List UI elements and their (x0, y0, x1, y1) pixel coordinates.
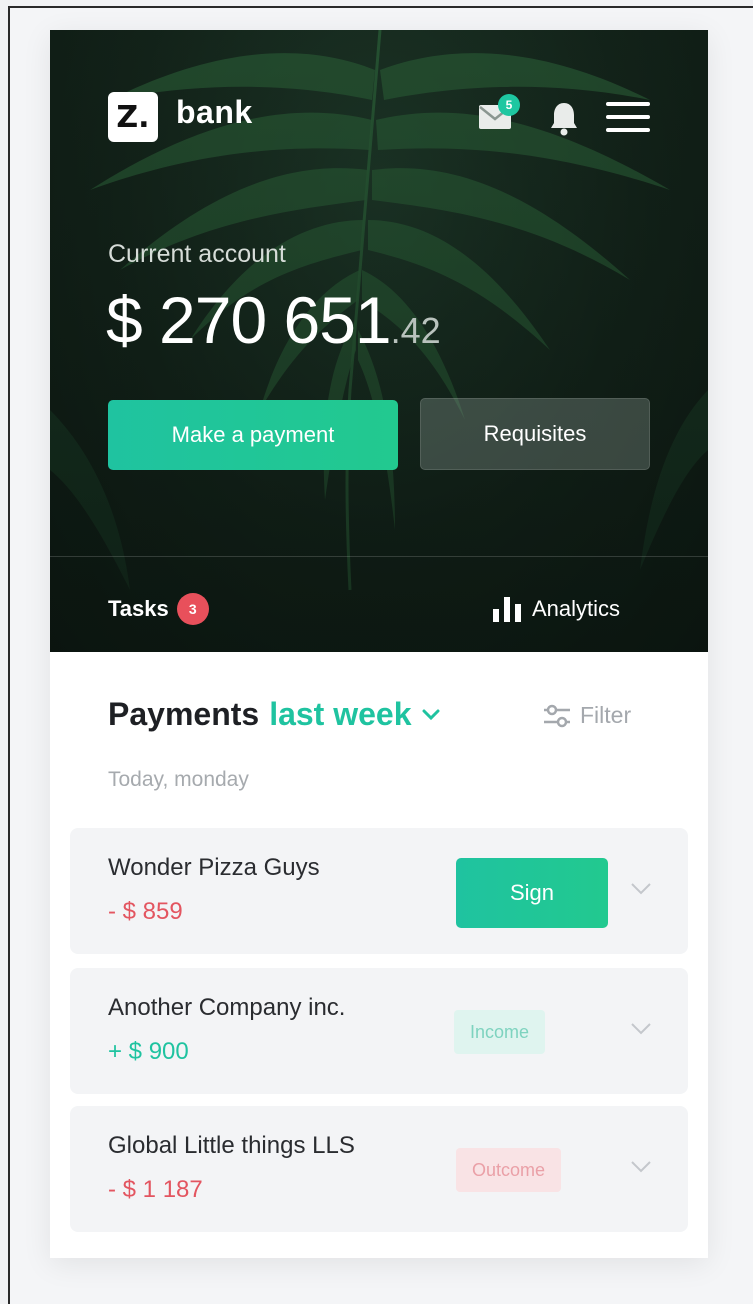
bar-chart-icon (493, 597, 521, 622)
tab-analytics[interactable]: Analytics (492, 592, 620, 626)
payment-amount: - $ 1 187 (108, 1176, 203, 1203)
make-payment-button[interactable]: Make a payment (108, 400, 398, 470)
income-tag: Income (454, 1010, 546, 1054)
payment-name: Global Little things LLS (108, 1132, 355, 1159)
period-dropdown[interactable]: last week (269, 696, 411, 733)
payments-title: Payments (108, 696, 260, 732)
account-label: Current account (108, 240, 286, 268)
tasks-label: Tasks (108, 596, 169, 621)
account-balance: $ 270 651.42 (106, 282, 441, 358)
sliders-icon (544, 704, 570, 727)
payment-name: Wonder Pizza Guys (108, 854, 320, 881)
payment-amount: - $ 859 (108, 898, 183, 925)
filter-button[interactable]: Filter (542, 702, 631, 729)
payment-name: Another Company inc. (108, 994, 346, 1021)
payments-heading: Payments last week (108, 696, 440, 733)
account-hero: Z. bank 5 Current account $ 270 651.42 M… (50, 30, 708, 652)
brand-name: bank (176, 94, 253, 130)
balance-main: $ 270 651 (106, 283, 392, 357)
tab-tasks[interactable]: Tasks 3 (108, 592, 209, 626)
filter-label: Filter (580, 702, 632, 728)
chevron-down-icon[interactable] (630, 1160, 652, 1174)
chevron-down-icon[interactable] (630, 882, 652, 896)
mail-badge: 5 (498, 94, 520, 116)
day-label: Today, monday (108, 768, 249, 791)
payment-card[interactable]: Wonder Pizza Guys - $ 859 Sign (70, 828, 688, 954)
menu-icon[interactable] (606, 100, 650, 134)
tasks-count-badge: 3 (176, 593, 209, 625)
outcome-tag: Outcome (456, 1148, 562, 1192)
balance-cents: .42 (390, 310, 441, 351)
payment-amount: + $ 900 (108, 1038, 189, 1065)
app-screen: Z. bank 5 Current account $ 270 651.42 M… (50, 30, 708, 1258)
chevron-down-icon[interactable] (422, 709, 440, 721)
chevron-down-icon[interactable] (630, 1022, 652, 1036)
brand-logo[interactable]: Z. (108, 92, 158, 142)
sign-button[interactable]: Sign (456, 858, 608, 928)
payment-card[interactable]: Global Little things LLS - $ 1 187 Outco… (70, 1106, 688, 1232)
hero-divider (50, 556, 708, 557)
payment-card[interactable]: Another Company inc. + $ 900 Income (70, 968, 688, 1094)
bell-icon[interactable] (548, 100, 580, 136)
analytics-label: Analytics (532, 596, 621, 621)
requisites-button[interactable]: Requisites (420, 398, 650, 470)
